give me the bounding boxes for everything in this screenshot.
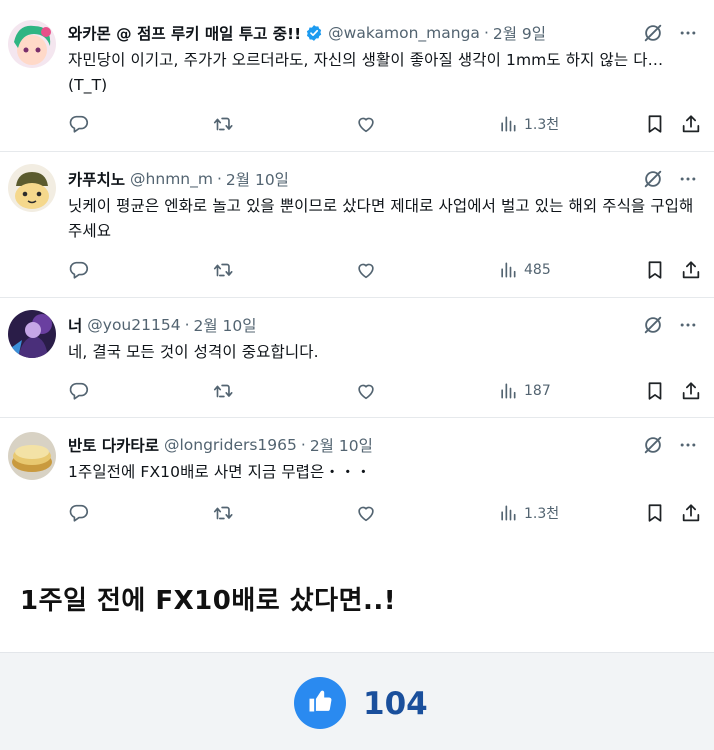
reply-button[interactable]: [68, 501, 90, 525]
share-icon: [680, 380, 702, 402]
share-icon: [680, 502, 702, 524]
views-count: 1.3천: [524, 506, 560, 522]
bookmark-icon: [644, 380, 666, 402]
tweet-3[interactable]: 너 @you21154 · 2월 10일 네, 결국 모든 것이 성격이 중요합…: [0, 298, 714, 418]
display-name[interactable]: 카푸치노: [68, 168, 125, 190]
retweet-button[interactable]: [212, 112, 234, 136]
avatar[interactable]: [8, 310, 56, 358]
recommend-button[interactable]: [294, 677, 346, 729]
like-icon: [355, 380, 377, 402]
avatar[interactable]: [8, 20, 56, 68]
like-button[interactable]: [355, 501, 377, 525]
like-button[interactable]: [355, 112, 377, 136]
tweet-text: 자민당이 이기고, 주가가 오르더라도, 자신의 생활이 좋아질 생각이 1mm…: [68, 51, 664, 94]
more-icon[interactable]: [678, 435, 698, 455]
bookmark-button[interactable]: [644, 501, 666, 525]
timestamp[interactable]: 2월 10일: [310, 434, 373, 456]
handle[interactable]: @hnmn_m: [130, 170, 213, 188]
tweet-1[interactable]: 와카몬 @ 점프 루키 매일 투고 중!! @wakamon_manga · 2…: [0, 0, 714, 152]
reply-button[interactable]: [68, 379, 90, 403]
share-icon: [680, 113, 702, 135]
views-button[interactable]: 485: [498, 258, 551, 282]
like-bar: 104: [0, 652, 714, 750]
reply-icon: [68, 259, 90, 281]
display-name[interactable]: 반토 다카타로: [68, 434, 159, 456]
verified-badge-icon: [305, 24, 323, 42]
bookmark-button[interactable]: [644, 258, 666, 282]
retweet-icon: [212, 113, 234, 135]
avatar[interactable]: [8, 432, 56, 480]
views-count: 187: [524, 383, 551, 399]
retweet-button[interactable]: [212, 379, 234, 403]
handle[interactable]: @longriders1965: [164, 436, 297, 454]
like-button[interactable]: [355, 258, 377, 282]
views-count: 1.3천: [524, 117, 560, 133]
views-button[interactable]: 1.3천: [498, 501, 559, 525]
separator-dot: ·: [216, 170, 222, 188]
tweet-text: 1주일전에 FX10배로 사면 지금 무렵은・・・: [68, 463, 372, 481]
display-name[interactable]: 너: [68, 314, 82, 336]
tweet-text: 닛케이 평균은 엔화로 놀고 있을 뿐이므로 샀다면 제대로 사업에서 벌고 있…: [68, 197, 694, 240]
bookmark-button[interactable]: [644, 379, 666, 403]
separator-dot: ·: [184, 316, 190, 334]
separator-dot: ·: [483, 24, 489, 42]
grok-icon[interactable]: [642, 314, 664, 336]
views-icon: [498, 381, 518, 401]
tweet-4[interactable]: 반토 다카타로 @longriders1965 · 2월 10일 1주일전에 F…: [0, 418, 714, 548]
like-button[interactable]: [355, 379, 377, 403]
reply-button[interactable]: [68, 112, 90, 136]
reply-icon: [68, 502, 90, 524]
retweet-button[interactable]: [212, 258, 234, 282]
like-icon: [355, 502, 377, 524]
more-icon[interactable]: [678, 169, 698, 189]
share-button[interactable]: [680, 501, 702, 525]
reply-button[interactable]: [68, 258, 90, 282]
retweet-icon: [212, 259, 234, 281]
share-button[interactable]: [680, 258, 702, 282]
tweet-text: 네, 결국 모든 것이 성격이 중요합니다.: [68, 343, 319, 361]
views-button[interactable]: 187: [498, 379, 551, 403]
tweet-2[interactable]: 카푸치노 @hnmn_m · 2월 10일 닛케이 평균은 엔화로 놀고 있을 …: [0, 152, 714, 298]
bookmark-button[interactable]: [644, 112, 666, 136]
views-icon: [498, 114, 518, 134]
avatar[interactable]: [8, 164, 56, 212]
timestamp[interactable]: 2월 9일: [493, 22, 546, 44]
bookmark-icon: [644, 113, 666, 135]
separator-dot: ·: [300, 436, 306, 454]
like-icon: [355, 113, 377, 135]
views-button[interactable]: 1.3천: [498, 112, 559, 136]
retweet-icon: [212, 502, 234, 524]
timestamp[interactable]: 2월 10일: [226, 168, 289, 190]
grok-icon[interactable]: [642, 168, 664, 190]
share-button[interactable]: [680, 112, 702, 136]
thumbs-up-icon: [306, 687, 334, 719]
retweet-button[interactable]: [212, 501, 234, 525]
handle[interactable]: @wakamon_manga: [328, 24, 480, 42]
reply-icon: [68, 380, 90, 402]
post-caption: 1주일 전에 FX10배로 샀다면..!: [20, 586, 397, 616]
retweet-icon: [212, 380, 234, 402]
share-button[interactable]: [680, 379, 702, 403]
like-icon: [355, 259, 377, 281]
views-icon: [498, 260, 518, 280]
like-count: 104: [363, 686, 428, 722]
more-icon[interactable]: [678, 315, 698, 335]
share-icon: [680, 259, 702, 281]
display-name[interactable]: 와카몬 @ 점프 루키 매일 투고 중!!: [68, 22, 301, 44]
grok-icon[interactable]: [642, 22, 664, 44]
timestamp[interactable]: 2월 10일: [194, 314, 257, 336]
handle[interactable]: @you21154: [87, 316, 180, 334]
reply-icon: [68, 113, 90, 135]
views-count: 485: [524, 262, 551, 278]
bookmark-icon: [644, 259, 666, 281]
bookmark-icon: [644, 502, 666, 524]
views-icon: [498, 503, 518, 523]
grok-icon[interactable]: [642, 434, 664, 456]
more-icon[interactable]: [678, 23, 698, 43]
